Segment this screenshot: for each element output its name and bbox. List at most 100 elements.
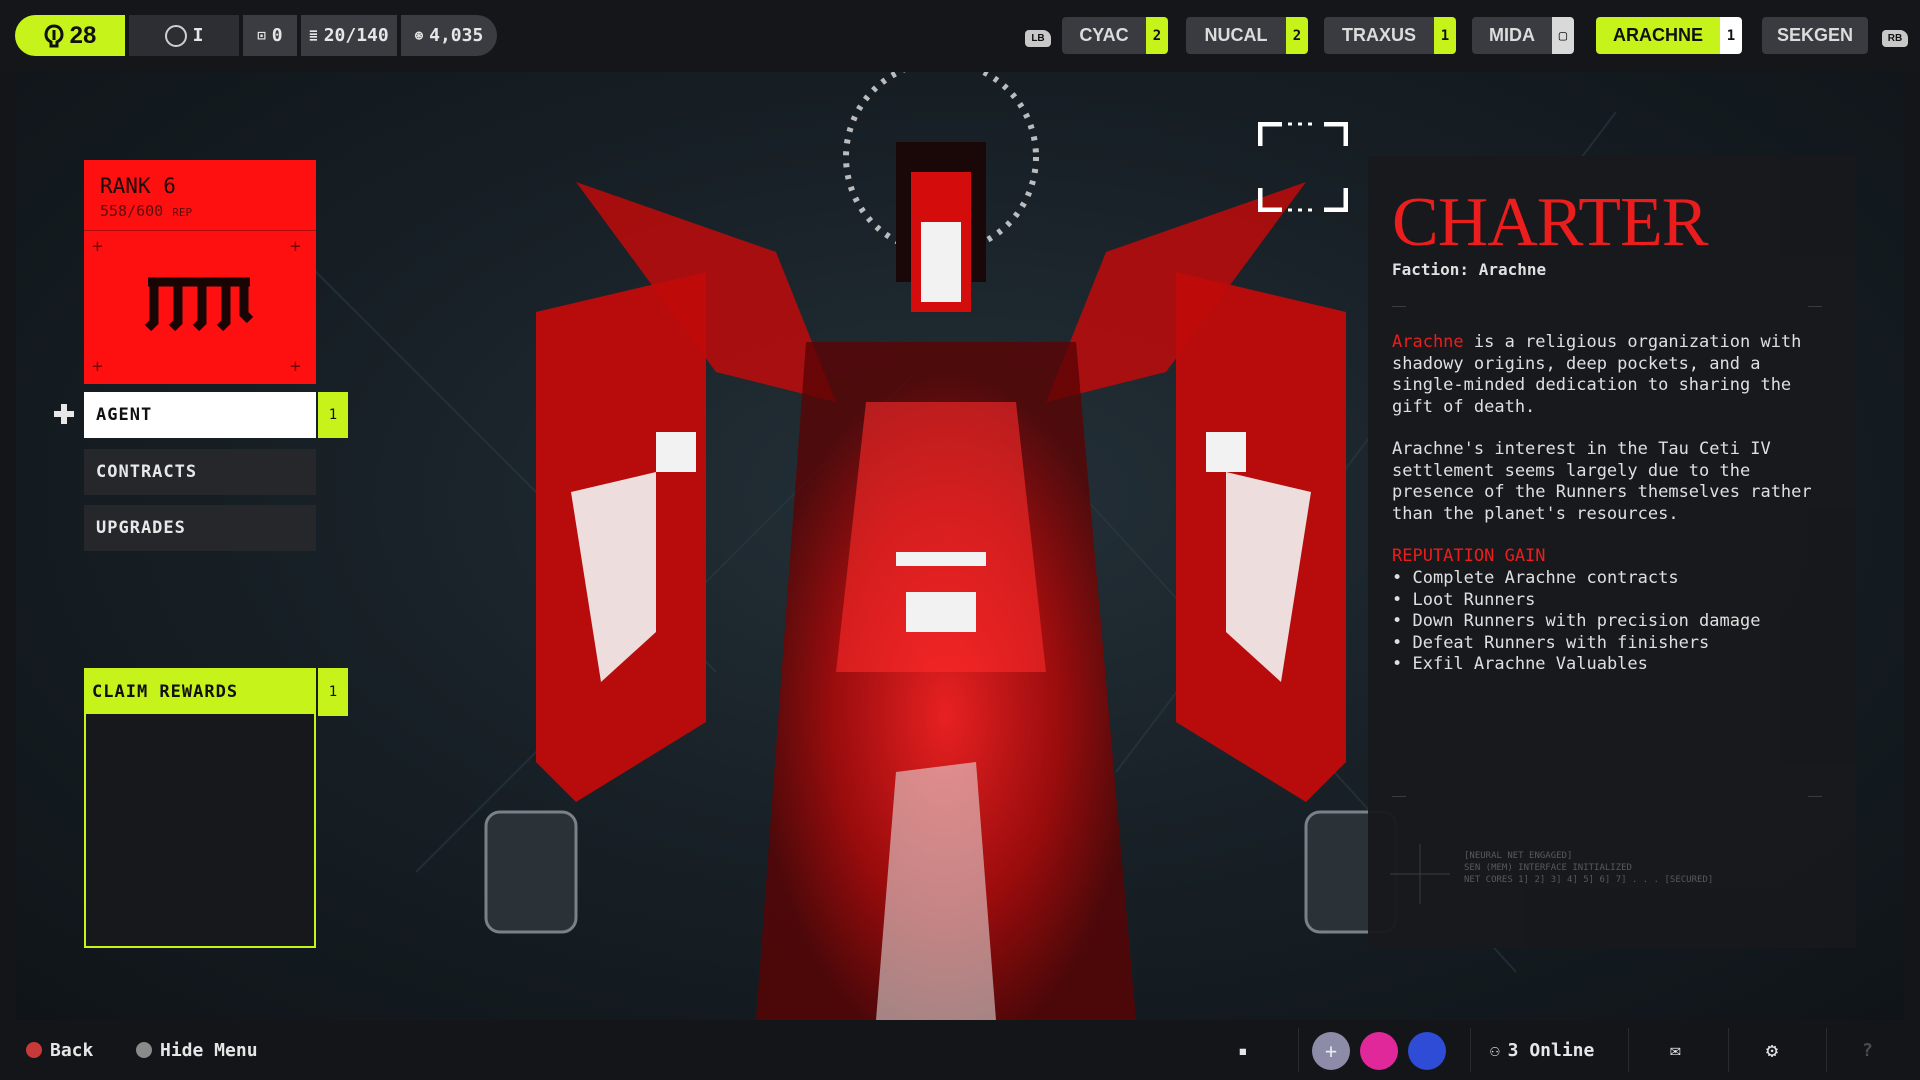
runner-level-icon	[44, 23, 64, 47]
charter-paragraph-2: Arachne's interest in the Tau Ceti IV se…	[1392, 439, 1812, 524]
tab-faction-mida[interactable]: MIDA ▢	[1472, 17, 1574, 54]
divider	[1628, 1028, 1629, 1072]
claim-rewards-panel[interactable]: CLAIM REWARDS	[84, 668, 316, 948]
menu-item-upgrades[interactable]: UPGRADES	[84, 505, 316, 551]
claim-rewards-badge: 1	[318, 668, 348, 716]
divider	[1826, 1028, 1827, 1072]
target-reticle-icon	[1258, 122, 1348, 212]
panel-title: CHARTER	[1392, 184, 1708, 261]
divider	[1470, 1028, 1471, 1072]
claim-rewards-button[interactable]: CLAIM REWARDS	[86, 670, 314, 714]
reputation-list: Complete Arachne contracts Loot Runners …	[1392, 568, 1760, 676]
tab-badge: 1	[1720, 17, 1742, 54]
corner-plus-icon: +	[290, 236, 301, 257]
tab-faction-traxus[interactable]: TRAXUS 1	[1324, 17, 1456, 54]
stat-b-value: 20/140	[323, 25, 389, 46]
charter-paragraph-1: Arachne is a religious organization with…	[1392, 332, 1832, 418]
mail-icon: ✉	[1670, 1039, 1681, 1061]
readout-line: SEN (MEM) INTERFACE INITIALIZED	[1464, 863, 1632, 873]
b-button-icon	[26, 1042, 42, 1058]
menu-item-label: UPGRADES	[96, 518, 186, 538]
online-count: 3 Online	[1507, 1039, 1595, 1061]
chat-icon: ▪	[1238, 1040, 1248, 1060]
list-item: Loot Runners	[1392, 590, 1760, 612]
currency-icon: ⊛	[414, 27, 424, 44]
player-stats: 28 I ⊡ 0 ≣ 20/140 ⊛ 4,035	[15, 15, 497, 56]
stat-storage[interactable]: ≣ 20/140	[301, 15, 397, 56]
tab-label: MIDA	[1472, 17, 1552, 54]
tab-label: CYAC	[1062, 17, 1146, 54]
readout-line: NET CORES 1] 2] 3] 4] 5] 6] 7] . . . [SE…	[1464, 875, 1714, 885]
chat-button[interactable]: ▪	[1238, 1020, 1248, 1080]
menu-item-agent[interactable]: AGENT	[84, 392, 316, 438]
menu-item-label: CONTRACTS	[96, 462, 198, 482]
faction-highlight: Arachne	[1392, 332, 1464, 352]
tab-badge: 2	[1286, 17, 1308, 54]
divider	[1298, 1028, 1299, 1072]
system-readout: [NEURAL NET ENGAGED] SEN (MEM) INTERFACE…	[1464, 850, 1713, 886]
hide-menu-label: Hide Menu	[160, 1039, 258, 1061]
tab-badge: 1	[1434, 17, 1456, 54]
tab-faction-nucal[interactable]: NUCAL 2	[1186, 17, 1308, 54]
tab-label: NUCAL	[1186, 17, 1286, 54]
charter-panel: CHARTER Faction: Arachne Arachne is a re…	[1368, 156, 1856, 948]
avatar-tier: I	[192, 25, 204, 46]
back-label: Back	[50, 1039, 94, 1061]
divider	[1808, 796, 1822, 797]
corner-plus-icon: +	[92, 236, 103, 257]
gear-icon: ⚙	[1766, 1038, 1779, 1062]
menu-item-contracts[interactable]: CONTRACTS	[84, 449, 316, 495]
storage-icon: ≣	[309, 27, 318, 44]
rank-title: RANK 6	[100, 174, 176, 198]
rep-unit: REP	[172, 206, 193, 219]
friends-icon: ⚇	[1490, 1040, 1500, 1060]
player-avatar[interactable]: I	[129, 15, 239, 56]
back-button[interactable]: Back	[26, 1020, 93, 1080]
tab-faction-cyac[interactable]: CYAC 2	[1062, 17, 1168, 54]
faction-rank-card[interactable]: RANK 6 558/600 REP + + + +	[84, 160, 316, 384]
divider	[1392, 306, 1406, 307]
rank-reputation: 558/600 REP	[100, 202, 192, 220]
hide-menu-button[interactable]: Hide Menu	[136, 1020, 258, 1080]
help-icon: ?	[1862, 1039, 1873, 1061]
tab-faction-arachne[interactable]: ARACHNE 1	[1596, 17, 1742, 54]
stick-button-icon	[136, 1042, 152, 1058]
rb-button-icon: RB	[1882, 30, 1908, 47]
box-icon: ⊡	[257, 27, 266, 44]
settings-button[interactable]: ⚙	[1766, 1020, 1778, 1080]
tab-faction-sekgen[interactable]: SEKGEN	[1762, 17, 1868, 54]
dpad-icon	[54, 404, 74, 424]
mail-button[interactable]: ✉	[1670, 1020, 1681, 1080]
tab-label: ARACHNE	[1596, 17, 1720, 54]
crosshair-icon	[1390, 844, 1450, 904]
panel-subtitle: Faction: Arachne	[1392, 260, 1547, 279]
tab-badge: 2	[1146, 17, 1168, 54]
bottom-bar: Back Hide Menu ▪ + ⚇ 3 Online ✉ ⚙ ?	[0, 1020, 1920, 1080]
lb-button-icon: LB	[1025, 30, 1051, 47]
friends-online-button[interactable]: ⚇ 3 Online	[1490, 1020, 1594, 1080]
top-bar: 28 I ⊡ 0 ≣ 20/140 ⊛ 4,035 LB CYAC 2 NUCA…	[0, 0, 1920, 72]
stat-item-count[interactable]: ⊡ 0	[243, 15, 297, 56]
list-item: Exfil Arachne Valuables	[1392, 654, 1760, 676]
help-button[interactable]: ?	[1862, 1020, 1873, 1080]
player-level[interactable]: 28	[15, 15, 125, 56]
level-value: 28	[69, 21, 97, 49]
list-item: Defeat Runners with finishers	[1392, 633, 1760, 655]
list-item: Complete Arachne contracts	[1392, 568, 1760, 590]
tab-label: SEKGEN	[1762, 17, 1868, 54]
add-party-member-button[interactable]: +	[1312, 1032, 1350, 1070]
avatar-icon	[164, 24, 187, 47]
agent-badge: 1	[318, 392, 348, 438]
list-item: Down Runners with precision damage	[1392, 611, 1760, 633]
party-member-avatar[interactable]	[1360, 1032, 1398, 1070]
divider	[1728, 1028, 1729, 1072]
stat-currency[interactable]: ⊛ 4,035	[401, 15, 497, 56]
arachne-emblem-icon	[144, 277, 254, 332]
menu-item-label: AGENT	[96, 405, 153, 425]
readout-line: [NEURAL NET ENGAGED]	[1464, 851, 1573, 861]
party-member-avatar[interactable]	[1408, 1032, 1446, 1070]
lock-icon: ▢	[1552, 17, 1574, 54]
rep-value: 558/600	[100, 202, 164, 220]
tab-label: TRAXUS	[1324, 17, 1434, 54]
corner-plus-icon: +	[92, 356, 103, 377]
